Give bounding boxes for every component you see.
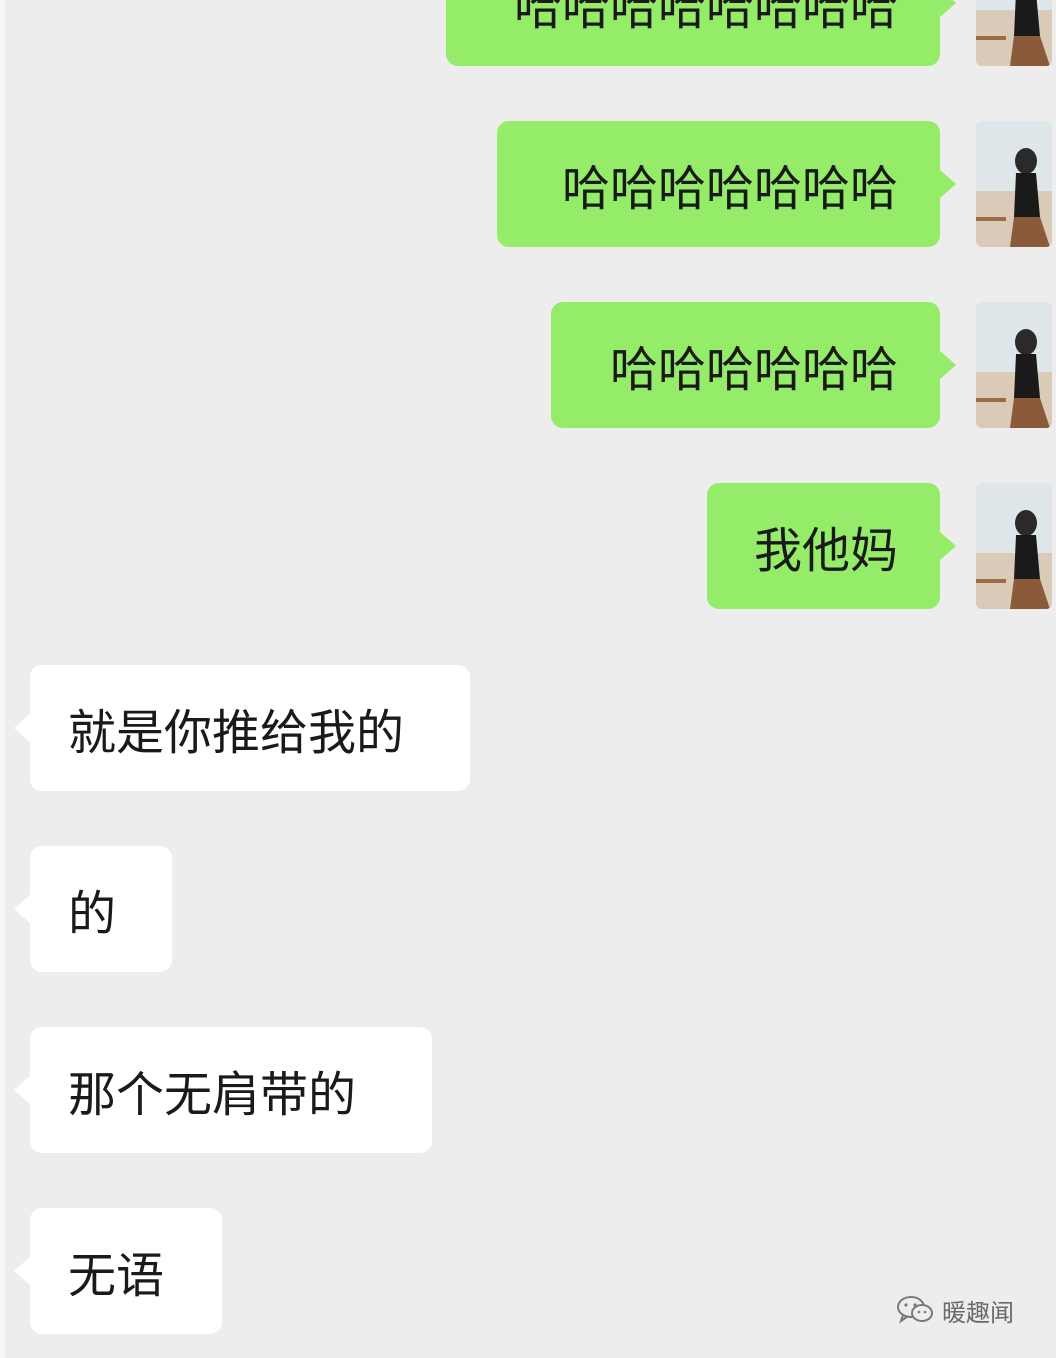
received-message-bubble[interactable]: 的 <box>14 846 172 972</box>
received-message-bubble[interactable]: 就是你推给我的 <box>14 665 470 791</box>
sent-message-bubble[interactable]: 哈哈哈哈哈哈哈 <box>497 121 956 247</box>
wechat-icon <box>897 1296 933 1324</box>
avatar-photo <box>976 0 1052 66</box>
message-text: 的 <box>68 886 117 942</box>
message-text: 我他妈 <box>753 523 898 579</box>
my-avatar[interactable] <box>976 302 1052 428</box>
avatar-photo <box>976 302 1052 428</box>
sent-message-bubble[interactable]: 哈哈哈哈哈哈哈哈 <box>446 0 956 66</box>
message-text: 就是你推给我的 <box>68 705 405 761</box>
my-avatar[interactable] <box>976 483 1052 609</box>
received-message-bubble[interactable]: 无语 <box>14 1208 222 1334</box>
watermark: 暖趣闻 <box>896 1290 1014 1330</box>
message-text: 无语 <box>68 1248 165 1304</box>
sent-message-bubble[interactable]: 我他妈 <box>707 483 956 609</box>
sent-message-bubble[interactable]: 哈哈哈哈哈哈 <box>551 302 956 428</box>
my-avatar[interactable] <box>976 121 1052 247</box>
avatar-photo <box>976 483 1052 609</box>
watermark-text: 暖趣闻 <box>942 1298 1014 1327</box>
received-message-bubble[interactable]: 那个无肩带的 <box>14 1027 432 1153</box>
message-text: 哈哈哈哈哈哈 <box>609 342 898 398</box>
my-avatar[interactable] <box>976 0 1052 66</box>
avatar-photo <box>976 121 1052 247</box>
message-text: 哈哈哈哈哈哈哈哈 <box>513 0 898 36</box>
chat-message-list[interactable]: 哈哈哈哈哈哈哈哈 哈哈哈哈哈哈哈 哈哈哈哈哈哈 我他妈 就是你推给我的 的 那个… <box>0 0 1056 1358</box>
message-text: 哈哈哈哈哈哈哈 <box>561 161 898 217</box>
message-text: 那个无肩带的 <box>68 1067 357 1123</box>
